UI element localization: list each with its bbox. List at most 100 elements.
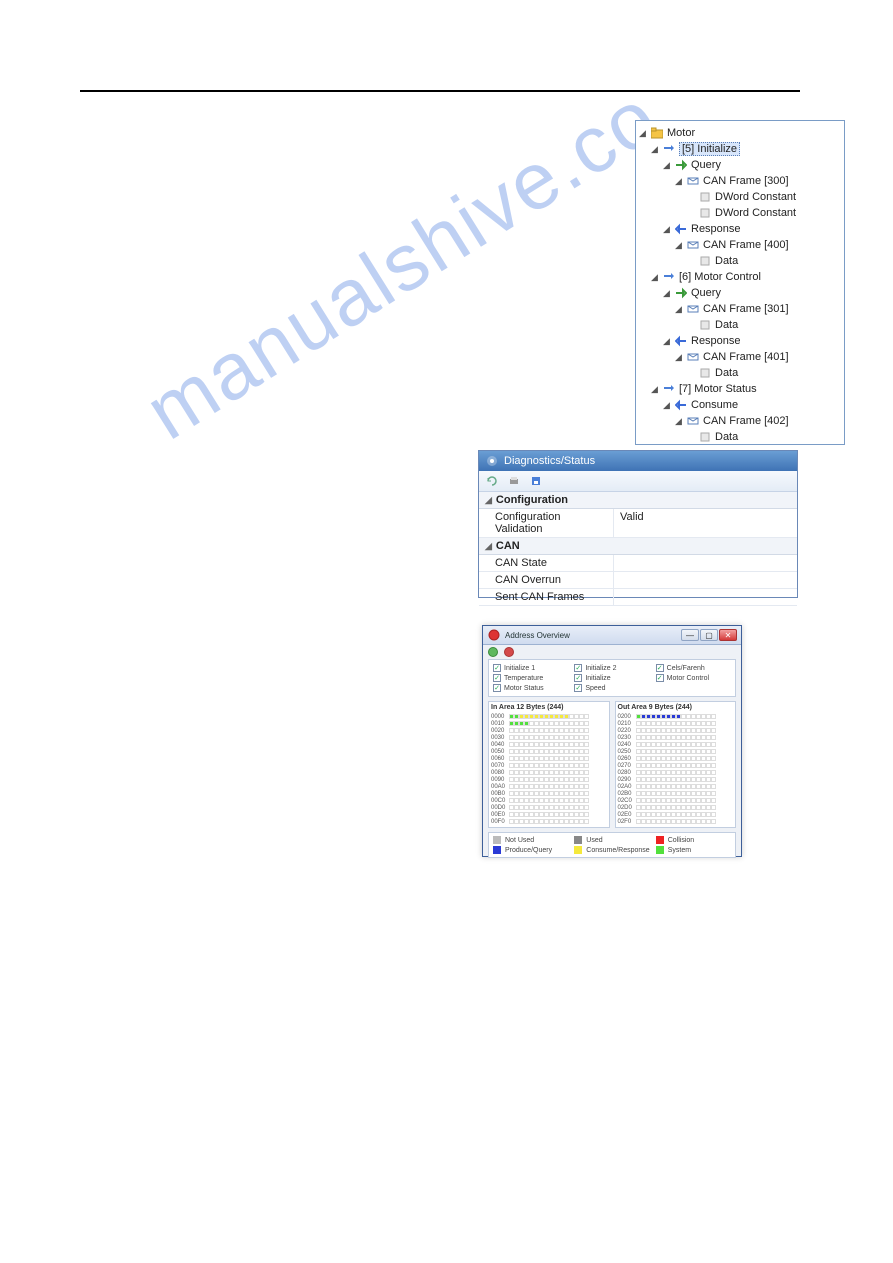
tree-node-label[interactable]: Data: [715, 255, 738, 267]
maximize-button[interactable]: ▢: [700, 629, 718, 641]
checkbox-label: Initialize 1: [504, 665, 535, 672]
frame-icon: [686, 302, 700, 316]
collapse-icon: ◢: [485, 495, 492, 506]
expand-toggle-icon[interactable]: ◢: [674, 417, 683, 426]
close-button[interactable]: ✕: [719, 629, 737, 641]
tree-node-label[interactable]: Response: [691, 223, 741, 235]
expand-toggle-icon[interactable]: ◢: [650, 145, 659, 154]
expand-toggle-icon[interactable]: ◢: [674, 177, 683, 186]
watermark: manualshive.co: [130, 71, 674, 458]
row-label: CAN State: [479, 555, 614, 571]
group-header[interactable]: ◢ Configuration: [479, 492, 797, 509]
device-tree-panel: ◢ Motor ◢ [5] Initialize ◢ Query ◢ CAN Frame…: [635, 120, 845, 445]
expand-toggle-icon[interactable]: ◢: [638, 129, 647, 138]
checkbox-icon: ✓: [574, 664, 582, 672]
expand-toggle-icon[interactable]: ◢: [662, 401, 671, 410]
spacer: [686, 209, 695, 218]
checkbox-area: ✓Initialize 1 ✓Initialize 2 ✓Cels/Farenh…: [488, 659, 736, 697]
map-title: Out Area 9 Bytes (244): [618, 704, 734, 711]
window-toolbar: [483, 645, 741, 659]
data-icon: [698, 190, 712, 204]
data-icon: [698, 366, 712, 380]
legend-item: Collision: [656, 836, 731, 844]
tree-node-label[interactable]: CAN Frame [402]: [703, 415, 789, 427]
checkbox-item[interactable]: ✓Speed: [574, 684, 649, 692]
query-icon: [674, 158, 688, 172]
checkbox-item[interactable]: ✓Temperature: [493, 674, 568, 682]
response-icon: [674, 334, 688, 348]
tree-node-label[interactable]: Data: [715, 367, 738, 379]
expand-toggle-icon[interactable]: ◢: [674, 353, 683, 362]
checkbox-label: Temperature: [504, 675, 543, 682]
checkbox-label: Initialize 2: [585, 665, 616, 672]
group-header[interactable]: ◢CAN: [479, 538, 797, 555]
row-label: Sent CAN Frames: [479, 589, 614, 605]
app-icon: [487, 628, 501, 642]
address-overview-window: Address Overview — ▢ ✕ ✓Initialize 1 ✓In…: [482, 625, 742, 857]
tree-node-label[interactable]: Response: [691, 335, 741, 347]
tree-node-label[interactable]: Query: [691, 159, 721, 171]
tree-node-label[interactable]: DWord Constant: [715, 191, 796, 203]
tree-node-label[interactable]: DWord Constant: [715, 207, 796, 219]
checkbox-item[interactable]: ✓Motor Control: [656, 674, 731, 682]
tree-node-label[interactable]: Data: [715, 431, 738, 443]
legend-item: System: [656, 846, 731, 854]
tree-node-label[interactable]: Data: [715, 319, 738, 331]
expand-toggle-icon[interactable]: ◢: [662, 337, 671, 346]
status-dot-red-icon[interactable]: [504, 647, 514, 657]
legend-label: Produce/Query: [505, 847, 552, 854]
tree-node-label[interactable]: CAN Frame [300]: [703, 175, 789, 187]
data-icon: [698, 254, 712, 268]
row-value: [614, 572, 797, 588]
frame-icon: [686, 238, 700, 252]
memory-grid: 0000001000200030004000500060007000800090…: [491, 713, 607, 825]
diagnostics-panel: Diagnostics/Status ◢ Configuration Config…: [478, 450, 798, 598]
status-dot-green-icon[interactable]: [488, 647, 498, 657]
window-title: Address Overview: [505, 631, 570, 640]
legend-label: Consume/Response: [586, 847, 649, 854]
swatch-icon: [656, 846, 664, 854]
expand-toggle-icon[interactable]: ◢: [674, 305, 683, 314]
table-row: Configuration ValidationValid: [479, 509, 797, 538]
map-title: In Area 12 Bytes (244): [491, 704, 607, 711]
save-icon[interactable]: [529, 474, 543, 488]
checkbox-icon: ✓: [493, 664, 501, 672]
refresh-icon[interactable]: [485, 474, 499, 488]
tree-node-label[interactable]: Motor: [667, 127, 695, 139]
checkbox-label: Initialize: [585, 675, 610, 682]
legend-item: Used: [574, 836, 649, 844]
panel-titlebar: Diagnostics/Status: [479, 451, 797, 471]
expand-toggle-icon[interactable]: ◢: [662, 225, 671, 234]
checkbox-item[interactable]: ✓Initialize 2: [574, 664, 649, 672]
gear-icon: [485, 454, 499, 468]
checkbox-item[interactable]: ✓Cels/Farenh: [656, 664, 731, 672]
tree-node-label[interactable]: [5] Initialize: [679, 142, 740, 156]
checkbox-item[interactable]: ✓Motor Status: [493, 684, 568, 692]
checkbox-item[interactable]: ✓Initialize: [574, 674, 649, 682]
spacer: [686, 257, 695, 266]
checkbox-icon: ✓: [574, 684, 582, 692]
expand-toggle-icon[interactable]: ◢: [662, 289, 671, 298]
tree-node-label[interactable]: Query: [691, 287, 721, 299]
row-label: Configuration Validation: [479, 509, 614, 537]
transaction-icon: [662, 382, 676, 396]
tree-node-label[interactable]: CAN Frame [401]: [703, 351, 789, 363]
collapse-icon: ◢: [485, 541, 492, 552]
group-label: Configuration: [496, 494, 568, 506]
tree-node-label[interactable]: [7] Motor Status: [679, 383, 757, 395]
header-divider: [80, 90, 800, 92]
window-titlebar[interactable]: Address Overview — ▢ ✕: [483, 626, 741, 645]
tree-node-label[interactable]: CAN Frame [400]: [703, 239, 789, 251]
expand-toggle-icon[interactable]: ◢: [662, 161, 671, 170]
tree-node-label[interactable]: [6] Motor Control: [679, 271, 761, 283]
expand-toggle-icon[interactable]: ◢: [650, 385, 659, 394]
minimize-button[interactable]: —: [681, 629, 699, 641]
device-tree[interactable]: ◢ Motor ◢ [5] Initialize ◢ Query ◢ CAN Frame…: [636, 121, 844, 445]
print-icon[interactable]: [507, 474, 521, 488]
tree-node-label[interactable]: CAN Frame [301]: [703, 303, 789, 315]
tree-node-label[interactable]: Consume: [691, 399, 738, 411]
checkbox-item[interactable]: ✓Initialize 1: [493, 664, 568, 672]
expand-toggle-icon[interactable]: ◢: [650, 273, 659, 282]
expand-toggle-icon[interactable]: ◢: [674, 241, 683, 250]
row-value: Valid: [614, 509, 797, 537]
